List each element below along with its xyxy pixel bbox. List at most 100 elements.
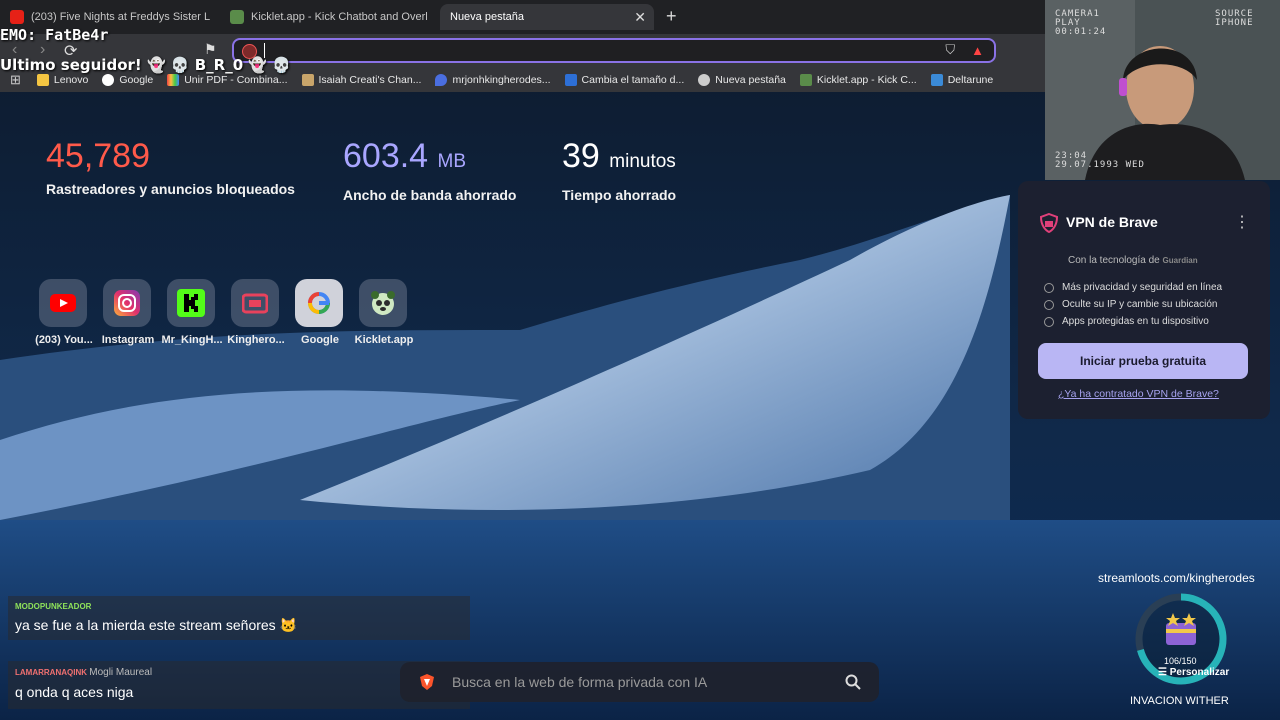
new-tab-button[interactable]: + — [666, 6, 677, 27]
bookmark-item[interactable]: Isaiah Creati's Chan... — [301, 74, 422, 86]
personalize-label: Personalizar — [1169, 667, 1230, 678]
stat-unit: MB — [437, 151, 467, 172]
search-icon[interactable] — [845, 674, 861, 690]
bookmark-label: Lenovo — [53, 74, 89, 86]
bookmark-item[interactable]: Cambia el tamaño d... — [564, 74, 685, 86]
stat-time: 39 minutos Tiempo ahorrado — [562, 137, 676, 203]
vpn-feature: Oculte su IP y cambie su ubicación — [1044, 299, 1217, 310]
vpn-feature: Apps protegidas en tu dispositivo — [1044, 316, 1209, 327]
bookmark-item[interactable]: Kicklet.app - Kick C... — [799, 74, 917, 86]
tab-label: Nueva pestaña — [450, 11, 524, 23]
bookmark-label: Google — [119, 74, 154, 86]
vpn-feature-text: Más privacidad y seguridad en línea — [1062, 282, 1223, 293]
youtube-icon — [50, 294, 76, 312]
webcam-overlay: CAMERA1 PLAY 00:01:24 SOURCE IPHONE 23:0… — [1045, 0, 1280, 180]
tab-label: Kicklet.app - Kick Chatbot and Overla — [251, 11, 428, 23]
omnibox-actions: ⛉ ▲ — [945, 42, 984, 58]
speed-dial-instagram[interactable]: Instagram — [102, 279, 154, 346]
streamloots-url: streamloots.com/kingherodes — [1098, 571, 1255, 585]
kinghero-icon — [242, 293, 268, 314]
hex-icon — [930, 74, 943, 86]
pdf-icon — [167, 74, 180, 86]
chest-icon — [1166, 623, 1196, 645]
speed-dial-kicklet[interactable]: Kicklet.app — [355, 279, 413, 346]
apps-grid-icon[interactable]: ⊞ — [10, 72, 21, 88]
vpn-card: VPN de Brave ⋮ Con la tecnología de Guar… — [1018, 181, 1270, 419]
tab-new-tab[interactable]: Nueva pestaña ✕ — [440, 4, 654, 30]
vpn-feature-text: Apps protegidas en tu dispositivo — [1062, 316, 1209, 327]
check-icon — [1044, 299, 1054, 310]
instagram-icon — [114, 290, 140, 316]
speed-dial-youtube[interactable]: (203) You... — [35, 279, 93, 346]
stat-bandwidth: 603.4 MB Ancho de banda ahorrado — [343, 137, 516, 203]
overlay-last-follower: Ultimo seguidor! 👻 💀 B_R_0 👻 💀 — [0, 56, 291, 74]
guardian-logo: Guardian — [1162, 256, 1198, 265]
vpn-feature: Más privacidad y seguridad en línea — [1044, 282, 1222, 293]
speed-dial-google[interactable]: Google — [295, 279, 345, 346]
vpn-menu-icon[interactable]: ⋮ — [1234, 212, 1250, 232]
address-bar[interactable]: ⛉ ▲ — [232, 38, 996, 63]
chat-message: MODOPUNKEADOR ya se fue a la mierda este… — [8, 596, 470, 640]
streamloots-count: 106/150 — [1164, 656, 1197, 666]
drop-icon — [435, 74, 448, 86]
bookmark-item[interactable]: Deltarune — [930, 74, 994, 86]
bookmark-label: Cambia el tamaño d... — [581, 74, 685, 86]
camera-label: CAMERA1 PLAY 00:01:24 — [1055, 9, 1107, 37]
vpn-feature-text: Oculte su IP y cambie su ubicación — [1062, 299, 1218, 310]
bookmark-label: Nueva pestaña — [715, 74, 786, 86]
bookmark-item[interactable]: Lenovo — [36, 74, 89, 86]
speed-dial-label: Kicklet.app — [354, 334, 414, 346]
tab-strip: (203) Five Nights at Freddys Sister Lo K… — [0, 0, 1045, 34]
speed-dial-kick[interactable]: Mr_KingH... — [161, 279, 223, 346]
google-icon — [308, 292, 330, 314]
personalize-button[interactable]: ☰ Personalizar — [1158, 667, 1229, 678]
bookmark-item[interactable]: mrjonhkingherodes... — [435, 74, 551, 86]
brave-shields-icon[interactable]: ⛉ — [945, 42, 955, 58]
speed-dial-kinghero[interactable]: Kinghero... — [227, 279, 285, 346]
close-tab-icon[interactable]: ✕ — [634, 9, 646, 26]
stat-value: 39 — [562, 137, 600, 175]
start-trial-button[interactable]: Iniciar prueba gratuita — [1038, 343, 1248, 379]
tab-kicklet[interactable]: Kicklet.app - Kick Chatbot and Overla — [230, 4, 428, 30]
kicklet-icon — [230, 10, 244, 24]
stat-label: Ancho de banda ahorrado — [343, 187, 517, 203]
overlay-demo-text: EMO: FatBe4r — [0, 26, 109, 44]
folder-icon — [36, 74, 49, 86]
vpn-shield-icon — [1040, 213, 1058, 233]
bookmark-label: Deltarune — [947, 74, 994, 86]
vpn-subtitle-text: Con la tecnología de — [1068, 255, 1160, 266]
vpn-subtitle: Con la tecnología de Guardian — [1068, 255, 1198, 266]
brave-logo-icon — [420, 674, 434, 690]
bookmark-item[interactable]: Google — [102, 74, 153, 86]
channel-icon — [301, 74, 314, 86]
bookmark-item[interactable]: Unir PDF - Combina... — [167, 74, 288, 86]
kick-icon — [177, 289, 205, 317]
bookmark-item[interactable]: Nueva pestaña — [698, 74, 786, 86]
tab-label: (203) Five Nights at Freddys Sister Lo — [31, 11, 210, 23]
chat-text: ya se fue a la mierda este stream señore… — [15, 617, 298, 633]
check-icon — [1044, 282, 1054, 293]
kicklet-icon — [371, 291, 395, 315]
chat-username-text: LAMARRANAQINK — [15, 668, 87, 677]
bookmark-label: Isaiah Creati's Chan... — [318, 74, 422, 86]
stat-label: Rastreadores y anuncios bloqueados — [46, 181, 295, 197]
stat-unit: minutos — [609, 151, 676, 172]
camera-timestamp: 23:04 29.07.1993 WED — [1055, 151, 1145, 170]
bookmark-label: Unir PDF - Combina... — [184, 74, 288, 86]
check-icon — [1044, 316, 1054, 327]
stat-value: 603.4 — [343, 137, 429, 175]
stat-value: 45,789 — [46, 137, 150, 175]
private-search-bar[interactable]: Busca en la web de forma privada con IA — [400, 662, 879, 702]
resize-icon — [564, 74, 577, 86]
brave-rewards-icon[interactable]: ▲ — [971, 43, 984, 58]
stat-label: Tiempo ahorrado — [562, 187, 677, 203]
stat-trackers: 45,789 Rastreadores y anuncios bloqueado… — [46, 137, 295, 197]
bookmark-label: Kicklet.app - Kick C... — [816, 74, 917, 86]
chat-extra: Mogli Maureal — [89, 667, 153, 678]
bookmark-label: mrjonhkingherodes... — [452, 74, 551, 86]
globe-icon — [698, 74, 711, 86]
vpn-subscribed-link[interactable]: ¿Ya ha contratado VPN de Brave? — [1058, 388, 1219, 400]
source-label: SOURCE IPHONE — [1215, 9, 1254, 28]
chat-username: MODOPUNKEADOR — [15, 602, 92, 611]
streamloots-collection-name: INVACION WITHER — [1130, 695, 1229, 707]
